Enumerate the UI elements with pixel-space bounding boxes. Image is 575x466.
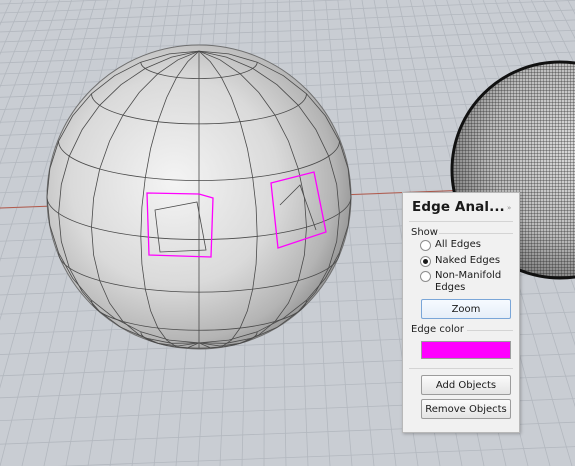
non-manifold-edges-label: Non-Manifold Edges — [435, 270, 502, 293]
add-objects-button[interactable]: Add Objects — [421, 375, 511, 395]
edge-color-divider — [467, 330, 513, 331]
non-manifold-edges-radio[interactable] — [420, 271, 431, 282]
all-edges-option[interactable]: All Edges — [420, 239, 515, 251]
remove-objects-button[interactable]: Remove Objects — [421, 399, 511, 419]
title-divider — [409, 221, 513, 222]
faceted-sphere[interactable] — [46, 44, 352, 350]
naked-edges-radio[interactable] — [420, 256, 431, 267]
panel-collapse-icon[interactable]: » — [507, 204, 511, 212]
non-manifold-edges-option[interactable]: Non-Manifold Edges — [420, 270, 515, 294]
edge-analysis-panel: Edge Anal... » Show All Edges Naked Edge… — [402, 192, 520, 433]
zoom-button[interactable]: Zoom — [421, 299, 511, 319]
panel-title: Edge Anal... — [412, 199, 505, 215]
show-divider — [439, 233, 513, 234]
show-label: Show — [411, 227, 438, 238]
edge-color-swatch[interactable] — [421, 341, 511, 359]
objects-divider — [409, 368, 513, 369]
all-edges-radio[interactable] — [420, 240, 431, 251]
naked-edges-label: Naked Edges — [435, 255, 501, 266]
all-edges-label: All Edges — [435, 239, 481, 250]
edge-color-label: Edge color — [411, 324, 464, 335]
naked-edges-option[interactable]: Naked Edges — [420, 255, 515, 267]
